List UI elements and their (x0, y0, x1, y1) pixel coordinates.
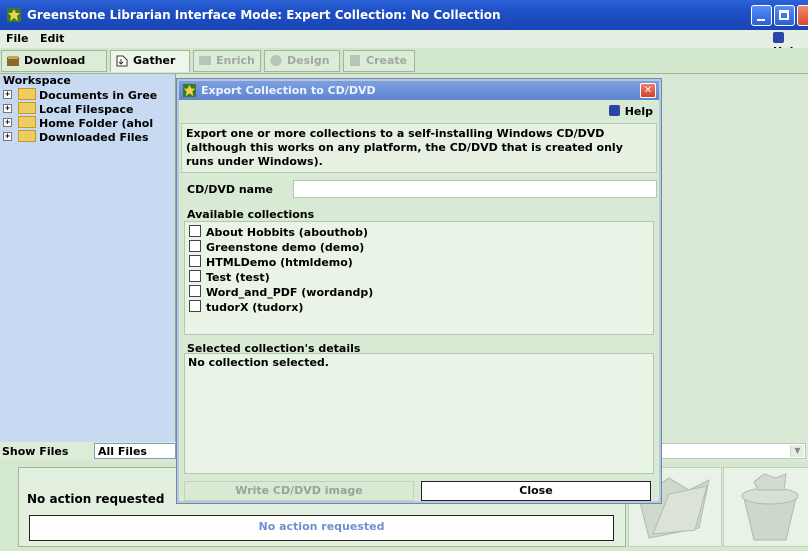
checkbox[interactable] (189, 270, 201, 282)
folder-icon (18, 102, 36, 114)
collection-checkbox-abouthob[interactable]: About Hobbits (abouthob) (189, 225, 368, 239)
tab-download-label: Download (24, 54, 86, 67)
tab-design-label: Design (287, 54, 330, 67)
trash-icon (741, 473, 799, 541)
dialog-instructions: Export one or more collections to a self… (181, 123, 657, 173)
download-icon (7, 56, 19, 66)
help-book-icon (773, 32, 784, 43)
collection-checkbox-demo[interactable]: Greenstone demo (demo) (189, 240, 364, 254)
menu-edit[interactable]: Edit (40, 32, 64, 45)
checkbox[interactable] (189, 255, 201, 267)
collection-checkbox-tudorx[interactable]: tudorX (tudorx) (189, 300, 303, 314)
collection-filter-select[interactable]: ▼ (656, 443, 806, 459)
trash-drop-target[interactable] (723, 467, 808, 547)
tree-item-downloaded-files[interactable]: + Downloaded Files (3, 130, 149, 144)
tab-create[interactable]: Create (343, 50, 415, 72)
workspace-panel: Workspace + Documents in Gree + Local File… (0, 74, 176, 442)
workspace-title: Workspace (3, 74, 71, 87)
tab-bar: Download Gather Enrich Design Create (0, 48, 808, 74)
tab-design[interactable]: Design (264, 50, 340, 72)
tree-item-documents[interactable]: + Documents in Gree (3, 88, 158, 102)
collection-checkbox-test[interactable]: Test (test) (189, 270, 270, 284)
dialog-titlebar: Export Collection to CD/DVD ✕ (179, 81, 659, 100)
status-label: No action requested (27, 492, 165, 506)
expand-icon[interactable]: + (3, 132, 12, 141)
checkbox[interactable] (189, 225, 201, 237)
create-icon (350, 55, 360, 66)
checkbox[interactable] (189, 300, 201, 312)
window-title: Greenstone Librarian Interface Mode: Exp… (27, 8, 501, 22)
cd-name-input[interactable] (293, 180, 657, 198)
tab-create-label: Create (366, 54, 408, 67)
design-icon (270, 55, 282, 66)
dialog-help-button[interactable]: Help (608, 105, 653, 118)
window-titlebar: Greenstone Librarian Interface Mode: Exp… (0, 0, 808, 30)
file-filter-select[interactable]: All Files (94, 443, 176, 459)
expand-icon[interactable]: + (3, 104, 12, 113)
menu-bar: File Edit Help (0, 30, 808, 58)
enrich-icon (199, 56, 211, 65)
folder-icon (18, 116, 36, 128)
menu-file[interactable]: File (6, 32, 29, 45)
collection-label: Greenstone demo (demo) (206, 241, 365, 254)
gather-icon (116, 55, 128, 67)
collection-label: About Hobbits (abouthob) (206, 226, 369, 239)
collection-label: Test (test) (206, 271, 270, 284)
collection-details-box: No collection selected. (184, 353, 654, 474)
tab-gather-label: Gather (133, 54, 176, 67)
collection-label: tudorX (tudorx) (206, 301, 304, 314)
show-files-label: Show Files (2, 445, 69, 458)
tab-gather[interactable]: Gather (110, 50, 190, 72)
expand-icon[interactable]: + (3, 90, 12, 99)
tree-item-home-folder[interactable]: + Home Folder (ahol (3, 116, 154, 130)
tree-item-label: Documents in Gree (39, 89, 158, 102)
collection-checkbox-htmldemo[interactable]: HTMLDemo (htmldemo) (189, 255, 353, 269)
tab-enrich[interactable]: Enrich (193, 50, 261, 72)
dialog-title: Export Collection to CD/DVD (201, 84, 376, 97)
help-book-icon (608, 105, 620, 116)
tree-item-label: Downloaded Files (39, 131, 149, 144)
available-collections-label: Available collections (187, 208, 315, 221)
collection-label: HTMLDemo (htmldemo) (206, 256, 353, 269)
checkbox[interactable] (189, 285, 201, 297)
chevron-down-icon[interactable]: ▼ (790, 445, 804, 457)
folder-icon (18, 88, 36, 100)
dialog-help-label: Help (624, 105, 653, 118)
greenstone-app-icon (182, 83, 197, 98)
export-dialog: Export Collection to CD/DVD ✕ Help Expor… (177, 79, 661, 503)
progress-bar: No action requested (29, 515, 614, 541)
tree-item-label: Local Filespace (39, 103, 134, 116)
tree-item-label: Home Folder (ahol (39, 117, 154, 130)
expand-icon[interactable]: + (3, 118, 12, 127)
maximize-button[interactable] (774, 5, 795, 26)
tab-download[interactable]: Download (1, 50, 107, 72)
folder-icon (18, 130, 36, 142)
minimize-button[interactable] (751, 5, 772, 26)
window-close-button[interactable] (797, 5, 808, 26)
checkbox[interactable] (189, 240, 201, 252)
tab-enrich-label: Enrich (216, 54, 255, 67)
collections-list: About Hobbits (abouthob) Greenstone demo… (184, 221, 654, 335)
collection-checkbox-wordandp[interactable]: Word_and_PDF (wordandp) (189, 285, 373, 299)
collection-label: Word_and_PDF (wordandp) (206, 286, 374, 299)
tree-item-local-filespace[interactable]: + Local Filespace (3, 102, 134, 116)
write-cd-image-button[interactable]: Write CD/DVD image (184, 481, 414, 501)
close-button[interactable]: Close (421, 481, 651, 501)
collection-panel (656, 74, 808, 442)
cd-name-label: CD/DVD name (187, 183, 274, 196)
dialog-close-icon[interactable]: ✕ (640, 83, 656, 98)
greenstone-app-icon (7, 8, 21, 22)
